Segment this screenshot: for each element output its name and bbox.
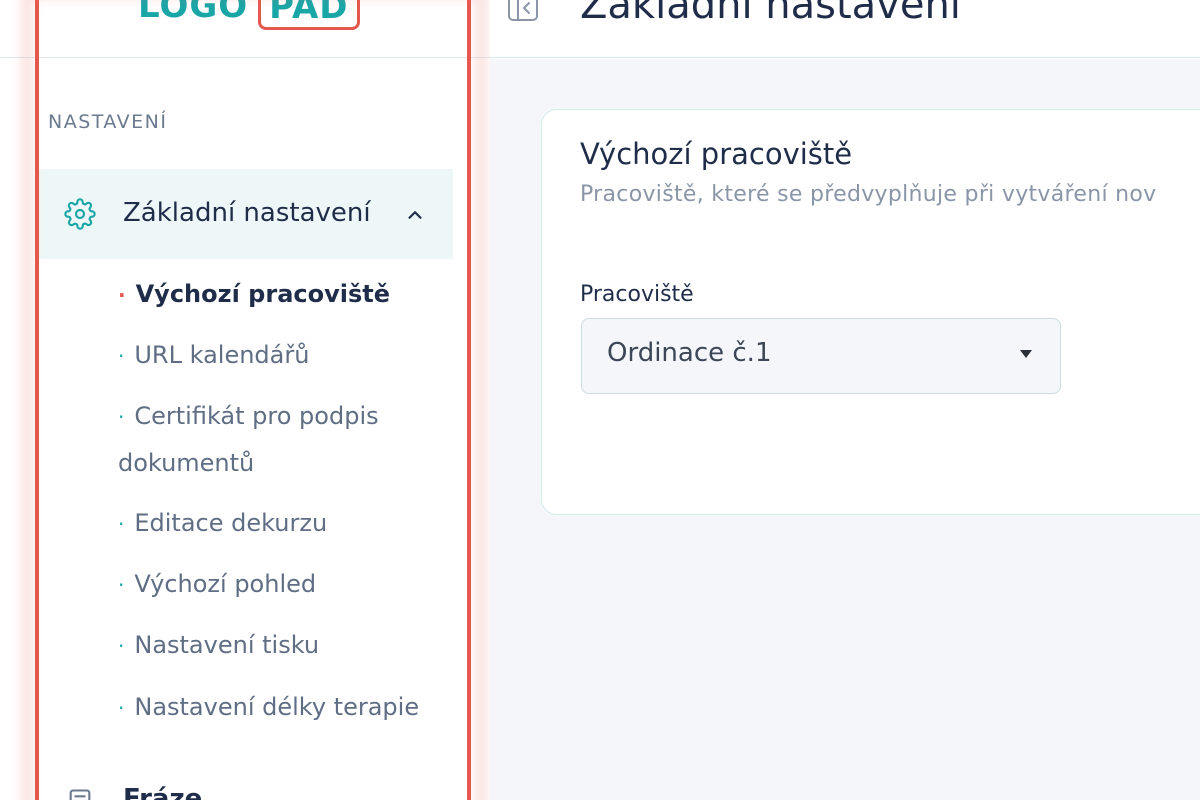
card-description: Pracoviště, které se předvyplňuje při vy…: [580, 182, 1157, 207]
card-title: Výchozí pracoviště: [580, 137, 853, 171]
page-title: Základní nastavení: [580, 0, 961, 28]
caret-down-icon[interactable]: [1020, 350, 1032, 358]
collapse-sidebar-icon[interactable]: [507, 0, 539, 22]
highlight-frame: [35, 0, 471, 800]
workplace-field-label: Pracoviště: [580, 282, 694, 307]
workplace-select-value: Ordinace č.1: [607, 338, 772, 368]
